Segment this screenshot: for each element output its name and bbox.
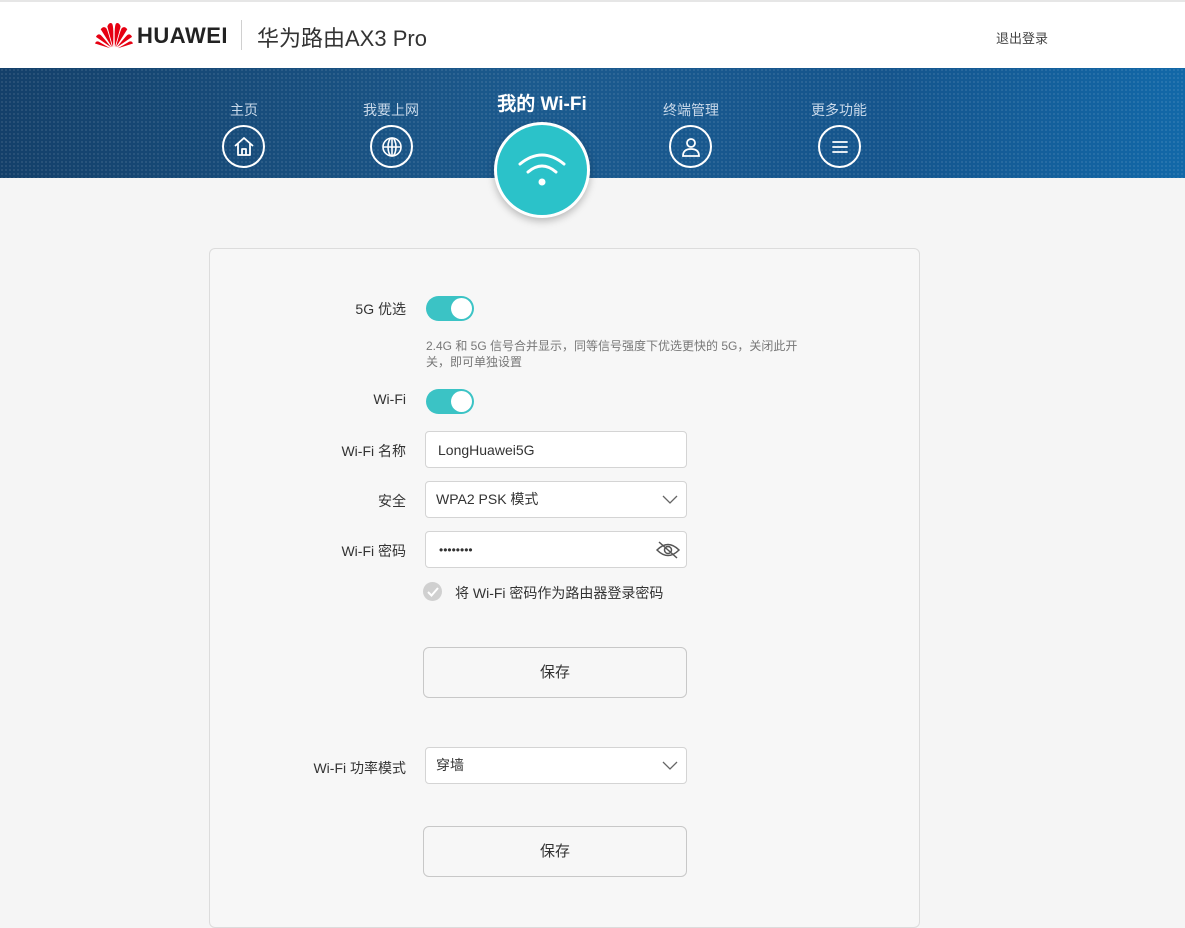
nav-item-devices[interactable]: 终端管理: [651, 102, 731, 118]
nav-band: [0, 68, 1185, 178]
save-button-power[interactable]: 保存: [423, 826, 687, 877]
check-icon: [426, 586, 439, 597]
wifi-toggle[interactable]: [426, 389, 474, 414]
huawei-logo: [95, 23, 133, 49]
brand-name: HUAWEI: [137, 23, 228, 48]
nav-label-internet: 我要上网: [363, 102, 419, 118]
password-label: Wi-Fi 密码: [341, 543, 406, 559]
home-icon[interactable]: [222, 125, 265, 168]
nav-item-more[interactable]: 更多功能: [799, 102, 879, 118]
chevron-down-icon: [662, 495, 678, 504]
power-mode-label: Wi-Fi 功率模式: [313, 760, 406, 776]
save-button-wifi[interactable]: 保存: [423, 647, 687, 698]
security-value: WPA2 PSK 模式: [436, 491, 539, 507]
wifi-icon[interactable]: [494, 122, 590, 218]
nav-label-wifi[interactable]: 我的 Wi-Fi: [482, 89, 602, 116]
eye-off-icon[interactable]: [656, 541, 680, 559]
band-priority-hint: 2.4G 和 5G 信号合并显示，同等信号强度下优选更快的 5G，关闭此开关，即…: [426, 339, 798, 369]
header-divider: [241, 20, 242, 50]
use-as-login-label: 将 Wi-Fi 密码作为路由器登录密码: [455, 585, 664, 601]
security-label: 安全: [378, 493, 406, 509]
user-icon[interactable]: [669, 125, 712, 168]
toggle-knob: [451, 298, 472, 319]
use-as-login-checkbox[interactable]: [423, 582, 442, 601]
nav-label-more: 更多功能: [811, 102, 867, 118]
chevron-down-icon: [662, 761, 678, 770]
nav-label-devices: 终端管理: [663, 102, 719, 118]
band-priority-toggle[interactable]: [426, 296, 474, 321]
nav-item-internet[interactable]: 我要上网: [351, 102, 431, 118]
ssid-input[interactable]: [425, 431, 687, 468]
password-input[interactable]: ••••••••: [425, 531, 687, 568]
power-mode-select[interactable]: 穿墙: [425, 747, 687, 784]
product-name: 华为路由AX3 Pro: [257, 26, 427, 51]
ssid-label: Wi-Fi 名称: [341, 443, 406, 459]
security-select[interactable]: WPA2 PSK 模式: [425, 481, 687, 518]
nav-label-home: 主页: [230, 102, 258, 118]
power-mode-value: 穿墙: [436, 757, 464, 773]
nav-item-home[interactable]: 主页: [204, 102, 284, 118]
wifi-label: Wi-Fi: [373, 391, 406, 407]
toggle-knob: [451, 391, 472, 412]
menu-icon[interactable]: [818, 125, 861, 168]
globe-icon[interactable]: [370, 125, 413, 168]
band-priority-label: 5G 优选: [355, 301, 406, 317]
logout-link[interactable]: 退出登录: [996, 28, 1048, 47]
password-value: ••••••••: [439, 543, 473, 557]
top-bar: HUAWEI 华为路由AX3 Pro 退出登录: [0, 0, 1185, 68]
